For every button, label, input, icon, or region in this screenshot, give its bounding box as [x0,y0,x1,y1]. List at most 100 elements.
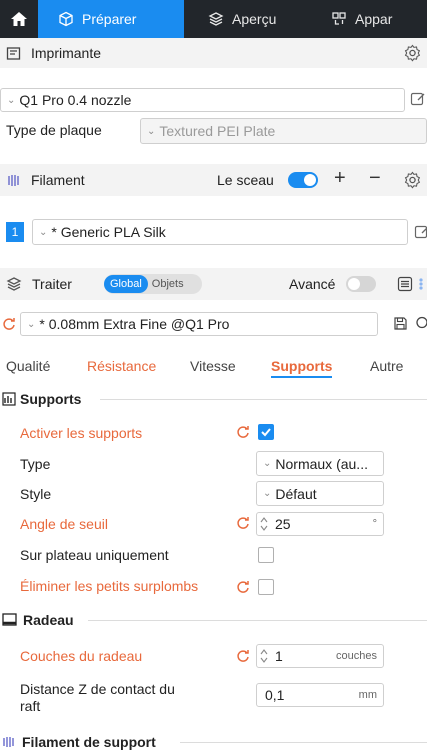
build-plate-only-checkbox[interactable] [258,547,274,563]
chevron-down-icon: ⌄ [27,318,36,330]
advanced-label: Avancé [289,276,336,292]
filament-icon [3,737,14,747]
filament-section-title: Filament [31,172,85,188]
tab-strength[interactable]: Résistance [87,358,156,374]
advanced-toggle[interactable] [346,276,376,292]
build-plate-only-label: Sur plateau uniquement [20,547,169,563]
reset-icon[interactable] [236,649,250,663]
printer-icon [6,46,21,60]
remove-small-overhangs-checkbox[interactable] [258,579,274,595]
group-divider [100,399,427,400]
printer-preset-value: Q1 Pro 0.4 nozzle [19,92,132,108]
spin-arrows-icon[interactable] [259,647,269,665]
process-section-title: Traiter [32,276,72,292]
supports-group-title: Supports [20,391,82,407]
raft-group-icon [2,613,17,626]
raft-z-distance-input[interactable]: 0,1 mm [256,683,384,707]
support-type-select[interactable]: ⌄ Normaux (au... [256,451,384,476]
enable-support-label: Activer les supports [20,425,143,441]
chevron-down-icon: ⌄ [7,94,16,106]
support-style-label: Style [20,486,52,502]
threshold-angle-label: Angle de seuil [20,516,108,532]
raft-z-distance-label-line2: raft [20,698,41,714]
tab-others[interactable]: Autre [370,358,403,374]
cube-icon [59,11,73,27]
support-type-value: Normaux (au... [275,455,368,472]
settings-tabs: Qualité Résistance Vitesse Supports Autr… [0,352,427,382]
chevron-down-icon: ⌄ [39,226,48,238]
raft-z-distance-label-line1: Distance Z de contact du [20,681,175,697]
compare-icon[interactable] [417,276,427,292]
threshold-angle-unit: ° [372,518,377,530]
tab-quality[interactable]: Qualité [6,358,50,374]
chevron-down-icon: ⌄ [147,125,156,137]
top-navigation-bar: Préparer Aperçu Appar [0,0,427,38]
plate-type-label: Type de plaque [6,122,102,138]
global-option[interactable]: Global [104,275,148,293]
remove-filament-button[interactable]: − [369,167,381,190]
filament-seal-toggle[interactable] [288,172,318,188]
support-style-select[interactable]: ⌄ Défaut [256,481,384,506]
support-style-value: Défaut [275,485,317,502]
printer-preset-select[interactable]: ⌄ Q1 Pro 0.4 nozzle [0,88,405,112]
process-preset-value: * 0.08mm Extra Fine @Q1 Pro [39,316,230,332]
raft-group-title: Radeau [23,612,74,628]
enable-support-checkbox[interactable] [258,424,274,440]
plate-type-value: Textured PEI Plate [159,123,276,139]
edit-printer-icon[interactable] [410,91,426,107]
device-icon [332,12,346,25]
tab-prepare-label: Préparer [82,11,137,27]
plate-type-select[interactable]: ⌄ Textured PEI Plate [140,118,427,144]
reset-icon[interactable] [236,580,250,594]
support-filament-group-title: Filament de support [22,734,156,750]
process-reset-icon[interactable] [2,317,16,331]
home-button[interactable] [0,0,38,38]
edit-filament-icon[interactable] [414,224,427,240]
add-filament-button[interactable]: + [334,167,346,190]
printer-settings-gear-icon[interactable] [404,44,421,62]
save-preset-icon[interactable] [393,316,408,331]
tab-prepare[interactable]: Préparer [38,0,184,38]
support-group-icon [2,392,16,406]
reset-icon[interactable] [236,425,250,439]
raft-layers-label: Couches du radeau [20,648,143,664]
chevron-down-icon: ⌄ [263,458,272,469]
tab-preview[interactable]: Aperçu [184,0,307,38]
objects-option[interactable]: Objets [148,278,184,290]
tab-supports[interactable]: Supports [271,358,333,378]
process-preset-select[interactable]: ⌄ * 0.08mm Extra Fine @Q1 Pro [20,312,378,336]
spin-arrows-icon[interactable] [259,515,269,533]
global-objects-switch[interactable]: Global Objets [104,274,202,294]
support-filament-group-header: Filament de support [0,731,427,750]
filament-section-header: Filament Le sceau + − [0,164,427,196]
group-divider [88,620,427,621]
filament-slot-badge[interactable]: 1 [6,222,24,242]
raft-z-distance-unit: mm [358,689,377,701]
filament-seal-label: Le sceau [217,172,274,188]
threshold-angle-value: 25 [275,516,291,532]
group-divider [180,742,427,743]
filament-settings-gear-icon[interactable] [404,171,421,189]
raft-z-distance-value: 0,1 [265,687,285,703]
tab-speed[interactable]: Vitesse [190,358,236,374]
checkmark-icon [261,428,271,437]
process-section-header: Traiter Global Objets Avancé [0,268,427,300]
search-icon[interactable] [415,316,427,331]
raft-layers-value: 1 [275,648,283,664]
tab-preview-label: Aperçu [232,11,277,27]
process-layers-icon [6,277,22,291]
filament-preset-select[interactable]: ⌄ * Generic PLA Silk [32,219,408,245]
printer-section-header: Imprimante [0,38,427,68]
reset-icon[interactable] [236,516,250,530]
home-icon [11,12,27,26]
raft-layers-unit: couches [336,650,377,662]
tab-device[interactable]: Appar [307,0,392,38]
list-view-icon[interactable] [397,276,413,292]
layers-icon [208,12,224,26]
remove-small-overhangs-label: Éliminer les petits surplombs [20,578,199,594]
threshold-angle-input[interactable]: 25 ° [256,512,384,536]
support-type-label: Type [20,456,51,472]
tab-device-label: Appar [355,11,393,27]
raft-layers-input[interactable]: 1 couches [256,644,384,668]
chevron-down-icon: ⌄ [263,488,272,499]
